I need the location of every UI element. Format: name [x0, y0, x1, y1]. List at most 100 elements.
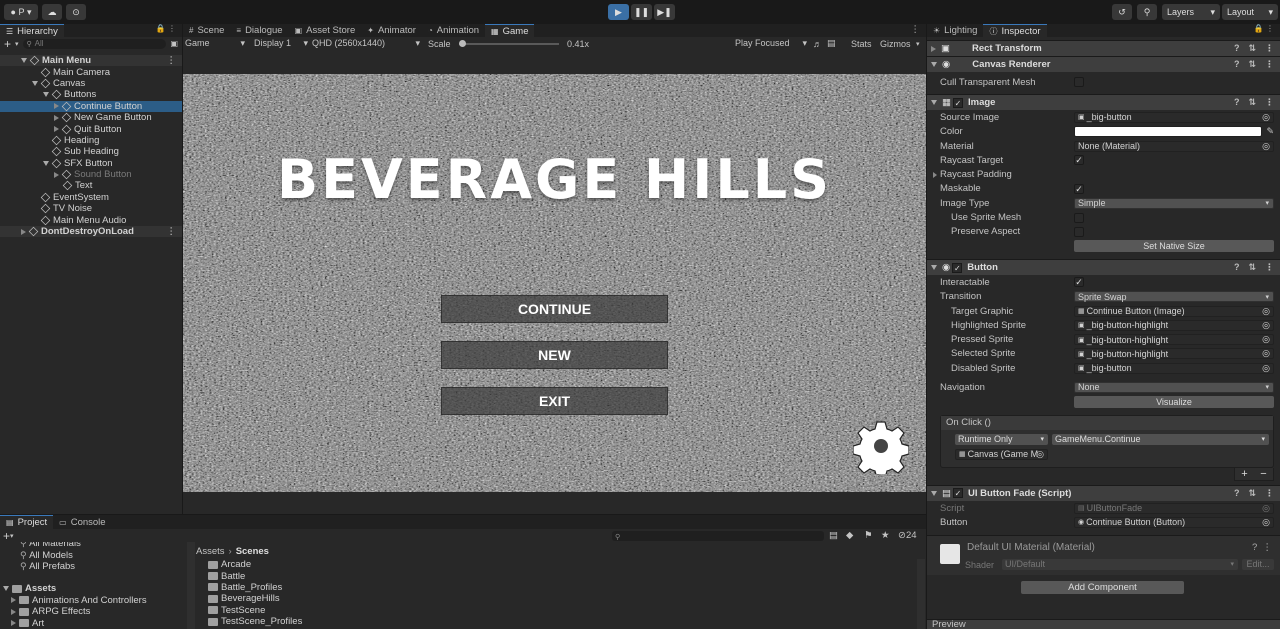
hierarchy-item[interactable]: Main Menu Audio — [0, 214, 182, 226]
content-scrollbar[interactable] — [917, 559, 925, 629]
breadcrumb-assets[interactable]: Assets — [196, 546, 225, 557]
canvas-renderer-header[interactable]: ◉ Canvas Renderer ? ⇅ ⋮ — [927, 56, 1280, 72]
hierarchy-search-input[interactable]: ⚲ All — [22, 38, 167, 49]
expand-arrow-icon[interactable] — [21, 58, 27, 64]
hierarchy-item[interactable]: EventSystem — [0, 192, 182, 203]
hierarchy-item[interactable]: New Game Button — [0, 112, 182, 123]
exit-game-button[interactable]: EXIT — [441, 387, 668, 415]
game-viewport[interactable]: BEVERAGE HILLS CONTINUE NEW EXIT — [183, 74, 926, 492]
favorite-search-item[interactable]: ⚲ All Prefabs — [0, 561, 187, 572]
hierarchy-item[interactable]: Main Camera — [0, 66, 182, 78]
maskable-checkbox[interactable]: ✓ — [1074, 183, 1084, 194]
asset-folder-item[interactable]: Animations And Controllers — [0, 595, 187, 606]
expand-arrow-icon[interactable] — [43, 92, 49, 98]
preserve-aspect-checkbox[interactable] — [1074, 226, 1084, 237]
object-picker-icon[interactable]: ◎ — [1262, 517, 1270, 528]
expand-arrow-icon[interactable] — [32, 80, 38, 86]
search-by-type-icon[interactable]: ▤ — [829, 530, 838, 541]
fade-enabled-checkbox[interactable]: ✓ — [952, 488, 963, 499]
collapse-arrow-icon[interactable] — [11, 597, 16, 604]
add-event-button[interactable]: + — [1241, 468, 1247, 480]
add-component-button[interactable]: Add Component — [1021, 580, 1184, 594]
preset-icon[interactable]: ⇅ — [1248, 97, 1256, 108]
play-focused-dropdown[interactable]: Play Focused ▾ — [735, 38, 807, 49]
tab-scene[interactable]: # Scene — [183, 24, 230, 37]
eyedropper-icon[interactable]: ✎ — [1266, 126, 1274, 137]
help-icon[interactable]: ? — [1234, 262, 1240, 273]
object-picker-icon[interactable]: ◎ — [1262, 363, 1270, 374]
more-icon[interactable]: ⋮ — [1265, 43, 1274, 54]
collapse-arrow-icon[interactable] — [54, 171, 59, 178]
help-icon[interactable]: ? — [1234, 59, 1240, 70]
hierarchy-item[interactable]: Buttons — [0, 89, 182, 100]
source-image-field[interactable]: ▣ _big-button ◎ — [1074, 111, 1274, 123]
visualize-button[interactable]: Visualize — [1074, 395, 1274, 408]
collapse-arrow-icon[interactable] — [11, 620, 16, 627]
runtime-dropdown[interactable]: Runtime Only ▾ — [955, 433, 1048, 445]
tab-hierarchy[interactable]: ☰ Hierarchy — [0, 24, 64, 37]
preset-icon[interactable]: ⇅ — [1248, 59, 1256, 70]
scene-menu-icon[interactable]: ⋮ — [167, 226, 183, 237]
tab-inspector[interactable]: ⓘ Inspector — [983, 24, 1047, 37]
material-field[interactable]: None (Material) ◎ — [1074, 140, 1274, 152]
asset-folder-item[interactable]: ARPG Effects — [0, 606, 187, 617]
hierarchy-item[interactable]: Sound Button — [0, 169, 182, 180]
scene-folder-item[interactable]: Battle_Profiles — [208, 582, 908, 593]
tab-lighting[interactable]: ☀ Lighting — [927, 24, 983, 37]
button-enabled-checkbox[interactable]: ✓ — [952, 262, 963, 273]
more-icon[interactable]: ⋮ — [1265, 262, 1274, 273]
hierarchy-scene[interactable]: Main Menu ⋮ — [0, 55, 182, 67]
account-dropdown[interactable]: ● P ▾ — [4, 4, 38, 20]
expand-arrow-icon[interactable] — [43, 160, 49, 166]
hierarchy-item[interactable]: Continue Button — [0, 100, 182, 112]
collapse-arrow-icon[interactable] — [54, 126, 59, 133]
object-picker-icon[interactable]: ◎ — [1262, 141, 1270, 152]
resolution-dropdown[interactable]: QHD (2560x1440) ▾ — [312, 38, 420, 49]
pressed-sprite-field[interactable]: ▣ _big-button-highlight ◎ — [1074, 334, 1274, 346]
lock-icon[interactable]: 🔒 ⋮ — [156, 24, 182, 37]
breadcrumb-scenes[interactable]: Scenes — [236, 546, 269, 557]
scene-folder-item[interactable]: Arcade — [208, 559, 908, 570]
more-icon[interactable]: ⋮ — [1265, 488, 1274, 499]
favorite-search-item[interactable]: ⚲ All Materials — [0, 542, 187, 549]
raycast-padding-row[interactable]: Raycast Padding — [927, 167, 1280, 181]
continue-game-button[interactable]: CONTINUE — [441, 295, 668, 323]
preset-icon[interactable]: ⇅ — [1248, 488, 1256, 499]
use-sprite-mesh-checkbox[interactable] — [1074, 212, 1084, 223]
panel-menu-icon[interactable]: ⋮ — [911, 24, 927, 37]
selected-sprite-field[interactable]: ▣ _big-button-highlight ◎ — [1074, 348, 1274, 360]
game-mode-dropdown[interactable]: Game ▾ — [185, 38, 245, 49]
scene-folder-item[interactable]: BeverageHills — [208, 593, 908, 604]
more-icon[interactable]: ⋮ — [1265, 59, 1274, 70]
scene-folder-item[interactable]: TestScene_Profiles — [208, 616, 908, 627]
preset-icon[interactable]: ⇅ — [1248, 262, 1256, 273]
tag-icon[interactable]: ⚑ — [864, 530, 873, 541]
stats-toggle-icon[interactable]: ▤ — [827, 38, 836, 49]
tab-console[interactable]: ▭ Console — [53, 515, 111, 529]
tab-animator[interactable]: ✦ Animator — [361, 24, 422, 37]
tree-scrollbar[interactable] — [187, 542, 195, 629]
object-picker-icon[interactable]: ◎ — [1262, 320, 1270, 331]
navigation-dropdown[interactable]: None ▾ — [1074, 381, 1274, 393]
gizmos-dropdown-icon[interactable]: ▾ — [916, 40, 920, 48]
preview-panel-header[interactable]: Preview — [927, 619, 1280, 629]
object-picker-icon[interactable]: ◎ — [1262, 348, 1270, 359]
material-icons[interactable]: ? ⋮ — [1252, 542, 1272, 553]
object-picker-icon[interactable]: ◎ — [1036, 449, 1044, 460]
image-header[interactable]: ▦ ✓ Image ? ⇅ ⋮ — [927, 94, 1280, 111]
scene-folder-item[interactable]: Battle — [208, 570, 908, 582]
layers-dropdown[interactable]: Layers ▾ — [1162, 4, 1220, 20]
scene-folder-item[interactable]: TestScene — [208, 605, 908, 616]
collab-icon[interactable]: ⊙ — [66, 4, 86, 20]
function-dropdown[interactable]: GameMenu.Continue ▾ — [1052, 433, 1269, 445]
lock-icon[interactable]: 🔒 ⋮ — [1254, 24, 1280, 37]
remove-event-button[interactable]: − — [1260, 468, 1266, 480]
tab-asset-store[interactable]: ▣ Asset Store — [289, 24, 362, 37]
rect-transform-header[interactable]: ▣ Rect Transform ? ⇅ ⋮ — [927, 40, 1280, 56]
favorite-search-item[interactable]: ⚲ All Models — [0, 549, 187, 561]
object-picker-icon[interactable]: ◎ — [1262, 112, 1270, 123]
hierarchy-item[interactable]: Canvas — [0, 78, 182, 89]
help-icon[interactable]: ? — [1234, 97, 1240, 108]
pause-button[interactable]: ❚❚ — [631, 4, 652, 20]
image-enabled-checkbox[interactable]: ✓ — [952, 97, 963, 108]
